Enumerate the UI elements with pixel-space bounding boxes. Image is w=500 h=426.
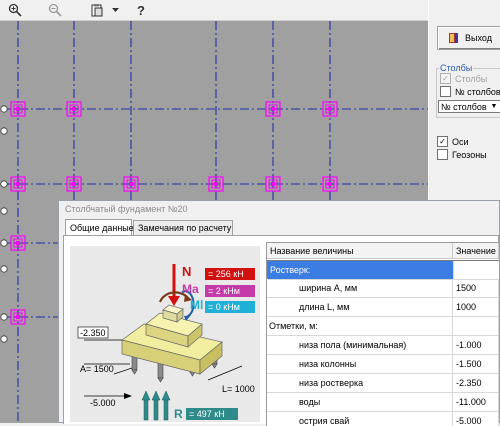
axis-marker-icon (0, 313, 8, 321)
table-row[interactable]: острия свай -5.000 (267, 412, 499, 426)
moment-Ml-value: = 0 кНм (208, 302, 240, 312)
cell-name[interactable]: воды (267, 393, 453, 412)
table-row[interactable]: Ростверк: (267, 260, 499, 280)
pile-center (16, 241, 20, 245)
pile-center (16, 315, 20, 319)
column-header-value[interactable]: Значение (453, 243, 499, 259)
zoom-out-icon[interactable] (46, 1, 64, 19)
cell-value[interactable]: -11.000 (453, 393, 499, 412)
pile-center (328, 182, 332, 186)
exit-button[interactable]: Выход (437, 26, 500, 50)
cell-name[interactable]: низа колонны (267, 355, 453, 374)
moment-Ml-symbol: Ml (190, 298, 203, 312)
moment-Ma-value: = 2 кНм (208, 286, 240, 296)
cell-value[interactable]: -1.500 (453, 355, 499, 374)
axis-marker-icon (0, 207, 8, 215)
axis-marker-icon (0, 127, 8, 135)
columns-checkbox-box: ✓ (440, 73, 451, 84)
tab-body: N = 256 кН Ma = 2 кНм Ml = 0 кНм -2.350 … (63, 235, 499, 426)
toolbar: ? (0, 0, 428, 21)
reaction-R-symbol: R (174, 407, 183, 421)
cell-value[interactable]: -2.350 (453, 374, 499, 393)
zoom-in-icon[interactable] (6, 1, 24, 19)
cell-name[interactable]: острия свай (267, 412, 453, 426)
axes-checkbox-box[interactable]: ✓ (437, 136, 448, 147)
numbers-checkbox-box[interactable] (440, 86, 451, 97)
pile-center (72, 107, 76, 111)
dim-l-label: L= 1000 (222, 384, 255, 394)
tab-calculation-remarks[interactable]: Замечания по расчету (133, 220, 233, 235)
dim-a-label: A= 1500 (80, 364, 114, 374)
tab-general-data[interactable]: Общие данные (65, 219, 134, 235)
foundation-diagram: N = 256 кН Ma = 2 кНм Ml = 0 кНм -2.350 … (70, 246, 260, 422)
axis-marker-icon (0, 335, 8, 343)
cell-name[interactable]: ширина A, мм (267, 279, 453, 298)
dropdown-arrow-icon[interactable] (110, 1, 120, 19)
cell-name[interactable]: Отметки, м: (267, 317, 453, 336)
reaction-R-value: = 497 кН (189, 409, 225, 419)
moment-Ma-symbol: Ma (182, 282, 199, 296)
pile-center (271, 107, 275, 111)
cell-name[interactable]: длина L, мм (267, 298, 453, 317)
table-row[interactable]: Отметки, м: (267, 317, 499, 336)
pile-center (328, 107, 332, 111)
cell-name[interactable]: низа пола (минимальная) (267, 336, 453, 355)
level-bottom-label: -5.000 (90, 398, 116, 408)
force-N-value: = 256 кН (208, 269, 244, 279)
cell-value[interactable] (453, 317, 499, 336)
cell-value[interactable]: 1000 (453, 298, 499, 317)
table-row[interactable]: ширина A, мм 1500 (267, 279, 499, 298)
exit-icon (449, 33, 459, 43)
table-row[interactable]: низа ростверка -2.350 (267, 374, 499, 393)
geozones-checkbox[interactable]: Геозоны (437, 149, 487, 160)
columns-group-title: Столбы (439, 63, 474, 73)
reaction-R-arrows (141, 390, 171, 421)
cell-value[interactable]: 1500 (453, 279, 499, 298)
columns-checkbox: ✓ Столбы (440, 73, 487, 84)
pile-center (271, 182, 275, 186)
clipboard-icon[interactable] (88, 1, 106, 19)
force-N-arrow (168, 264, 180, 306)
dialog-title: Столбчатый фундамент №20 (65, 204, 188, 214)
pile-center (129, 182, 133, 186)
geozones-checkbox-box[interactable] (437, 149, 448, 160)
table-row[interactable]: воды -11.000 (267, 393, 499, 412)
foundation-dialog: Столбчатый фундамент №20 Общие данные За… (58, 200, 500, 426)
cell-name[interactable]: Ростверк: (268, 261, 454, 280)
numbers-checkbox[interactable]: № столбов (440, 86, 500, 97)
dimension-l (207, 365, 243, 381)
chevron-down-icon[interactable]: ▼ (488, 101, 500, 112)
cell-value[interactable]: -1.000 (453, 336, 499, 355)
cell-value[interactable]: -5.000 (453, 412, 499, 426)
axes-checkbox[interactable]: ✓ Оси (437, 136, 469, 147)
axis-marker-icon (0, 265, 8, 273)
help-icon[interactable]: ? (132, 1, 150, 19)
pile-center (214, 182, 218, 186)
foundation-drawing: N = 256 кН Ma = 2 кНм Ml = 0 кНм -2.350 … (77, 264, 255, 421)
column-header-name[interactable]: Название величины (267, 243, 453, 259)
cell-name[interactable]: низа ростверка (267, 374, 453, 393)
axis-marker-icon (0, 105, 8, 113)
numbers-select[interactable]: № столбов ▼ (438, 100, 500, 113)
table-row[interactable]: низа пола (минимальная) -1.000 (267, 336, 499, 355)
table-row[interactable]: низа колонны -1.500 (267, 355, 499, 374)
property-table[interactable]: Название величины Значение Ростверк: шири… (266, 242, 499, 426)
pile-center (16, 107, 20, 111)
cell-value[interactable] (454, 261, 499, 280)
table-row[interactable]: длина L, мм 1000 (267, 298, 499, 317)
level-top-label: -2.350 (80, 328, 106, 338)
axis-marker-icon (0, 239, 8, 247)
pile-center (72, 182, 76, 186)
axis-marker-icon (0, 180, 8, 188)
pile-center (16, 182, 20, 186)
force-N-symbol: N (182, 264, 191, 279)
exit-button-label: Выход (465, 33, 492, 43)
